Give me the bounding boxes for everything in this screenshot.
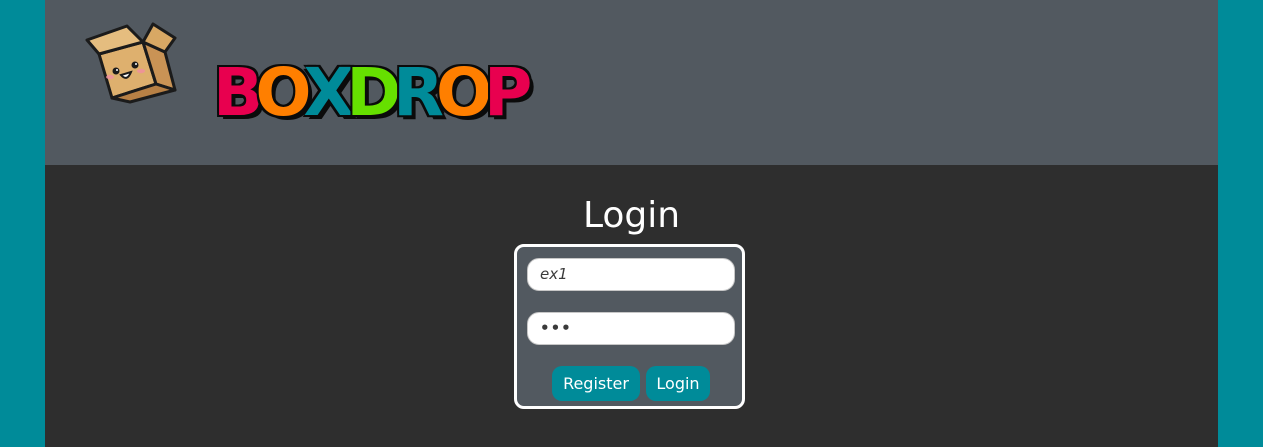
username-field[interactable]: ex1 (527, 258, 735, 291)
boxdrop-logo[interactable]: BOXDROP (83, 18, 553, 130)
register-button[interactable]: Register (552, 366, 640, 401)
password-field[interactable]: ••• (527, 312, 735, 345)
logo-letter: O (255, 54, 311, 131)
page: BOXDROP Login ex1 ••• Register Login (45, 0, 1218, 447)
logo-letter: P (484, 54, 532, 131)
login-button[interactable]: Login (646, 366, 710, 401)
cardboard-box-mascot-icon (85, 22, 177, 104)
logo-letter: D (346, 54, 401, 131)
logo-letter: R (393, 54, 444, 131)
login-form: ex1 ••• Register Login (514, 244, 745, 409)
page-title: Login (582, 195, 681, 236)
header: BOXDROP (45, 0, 1218, 165)
logo-letter: O (435, 54, 492, 131)
logo-letter: X (303, 54, 354, 131)
logo-letter: B (213, 54, 263, 131)
logo-wordmark: BOXDROP (213, 54, 532, 131)
